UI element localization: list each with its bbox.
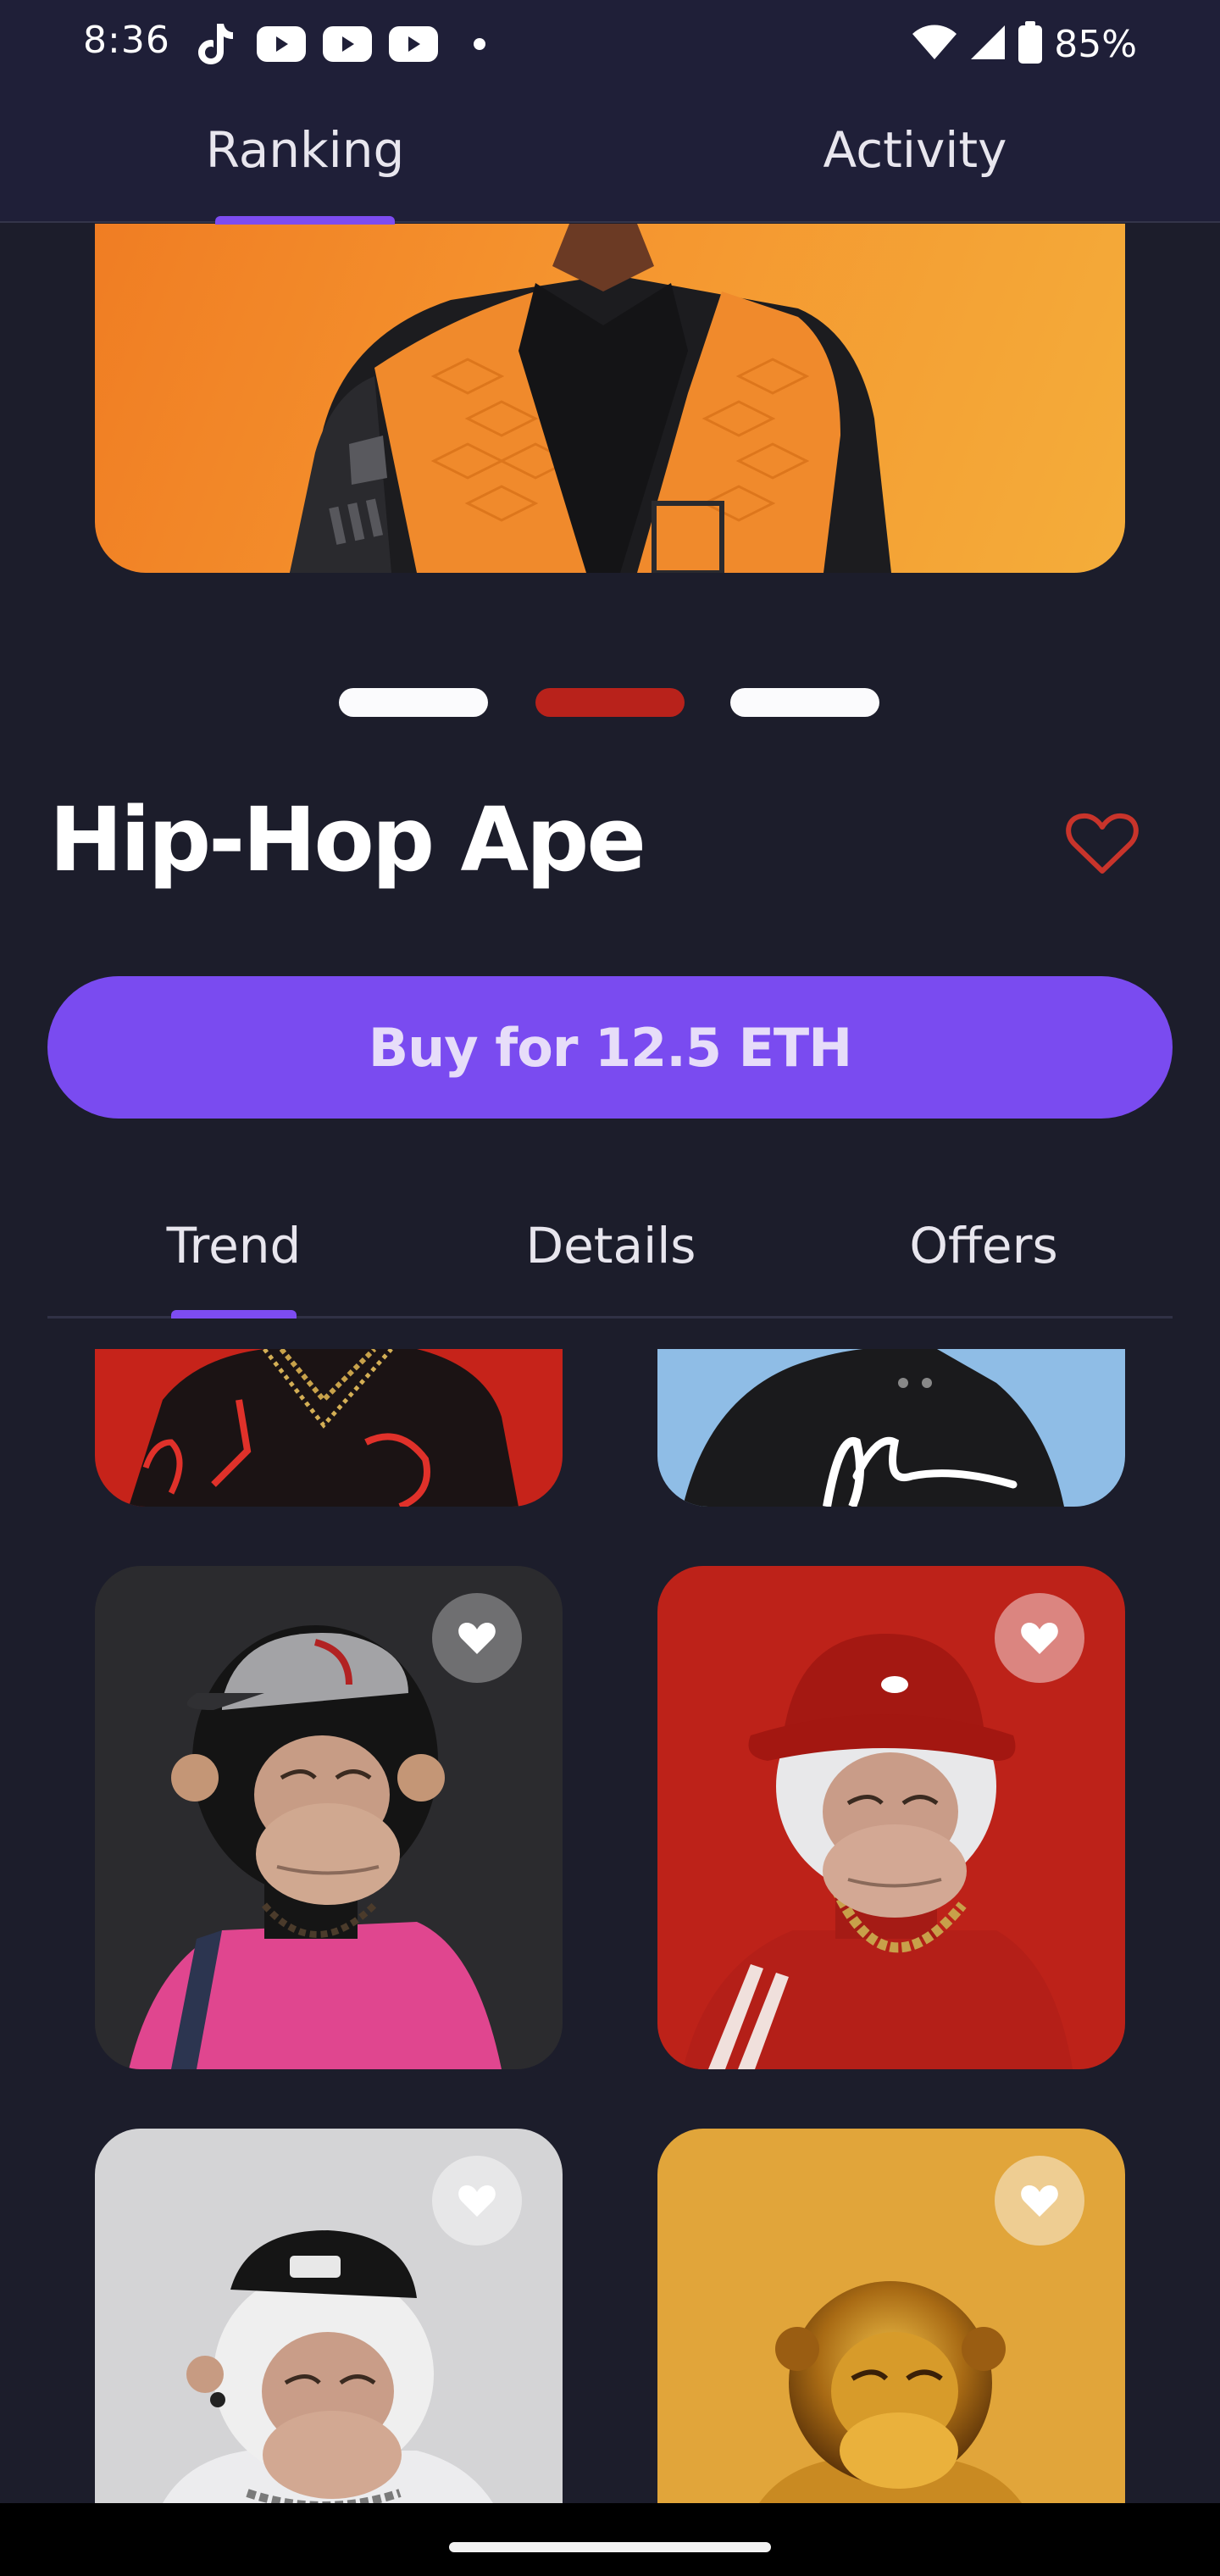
tab-indicator	[215, 216, 395, 225]
youtube-icon	[320, 19, 374, 69]
status-time: 8:36	[83, 19, 170, 62]
home-gesture-handle[interactable]	[449, 2542, 771, 2552]
status-bar: 8:36 85%	[0, 0, 1220, 93]
signal-icon	[969, 24, 1006, 64]
tab-trend[interactable]: Trend	[132, 1195, 336, 1296]
top-tab-bar: Ranking Activity	[0, 93, 1220, 225]
heart-icon[interactable]	[995, 2156, 1084, 2246]
ape-black-hoodie-art	[683, 1349, 1064, 1507]
pager-dot[interactable]	[339, 688, 488, 717]
tiktok-icon	[188, 19, 242, 69]
ape-card-black-hoodie[interactable]	[657, 1349, 1125, 1507]
notification-icons	[188, 19, 507, 69]
nft-title: Hip-Hop Ape	[49, 788, 646, 891]
ape-card-red-jersey[interactable]	[95, 1349, 563, 1507]
pager-dot-active[interactable]	[535, 688, 685, 717]
hero-nft-image[interactable]: III	[95, 224, 1125, 573]
pager-dot[interactable]	[730, 688, 879, 717]
detail-tab-indicator	[171, 1310, 297, 1319]
tab-activity[interactable]: Activity	[610, 93, 1220, 223]
heart-icon[interactable]	[995, 1593, 1084, 1683]
detail-tab-bar: Trend Details Offers	[47, 1195, 1173, 1319]
app-screen: 8:36 85% Ranking Activity III Hip-Hop Ap…	[0, 0, 1220, 2576]
system-status: 85%	[912, 19, 1137, 69]
hero-ape-illustration: III	[290, 224, 891, 573]
heart-icon[interactable]	[432, 2156, 522, 2246]
youtube-icon	[386, 19, 441, 69]
heart-icon[interactable]	[432, 1593, 522, 1683]
youtube-icon	[254, 19, 308, 69]
tab-details[interactable]: Details	[496, 1195, 725, 1296]
svg-text:III: III	[323, 488, 391, 558]
battery-icon	[1018, 21, 1043, 67]
ape-card-red-bucket-hat[interactable]	[657, 1566, 1125, 2069]
ape-card-pink-shirt[interactable]	[95, 1566, 563, 2069]
buy-button[interactable]: Buy for 12.5 ETH	[47, 976, 1173, 1119]
carousel-pager	[0, 688, 1220, 717]
heart-outline-icon[interactable]	[1066, 812, 1139, 876]
battery-percentage: 85%	[1054, 22, 1137, 66]
tab-offers[interactable]: Offers	[869, 1195, 1098, 1296]
system-navigation-bar	[0, 2503, 1220, 2576]
wifi-icon	[912, 24, 957, 64]
ape-red-jersey-art	[129, 1349, 518, 1507]
tab-ranking[interactable]: Ranking	[0, 93, 610, 223]
dot-icon	[452, 19, 507, 69]
